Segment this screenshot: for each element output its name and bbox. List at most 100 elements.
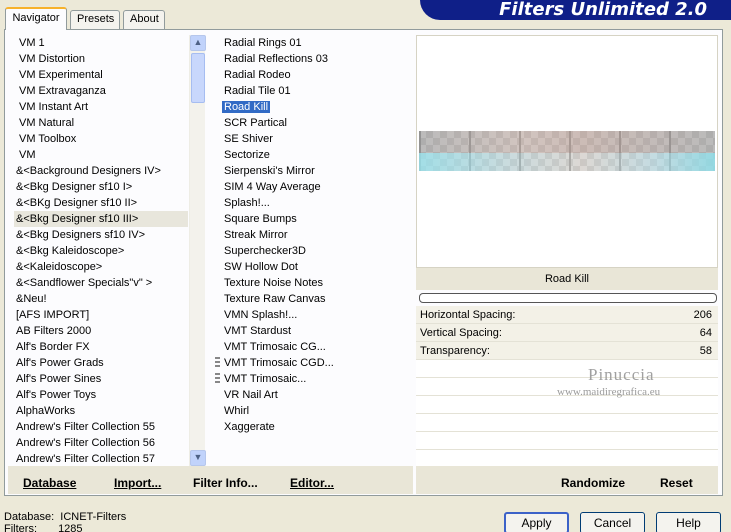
param-label: Vertical Spacing: <box>420 327 502 339</box>
filter-item[interactable]: VMN Splash!... <box>222 307 412 323</box>
filter-info-button[interactable]: Filter Info... <box>193 476 258 490</box>
param-empty-row <box>416 396 718 414</box>
category-item[interactable]: AlphaWorks <box>14 403 188 419</box>
category-item[interactable]: &<Kaleidoscope> <box>14 259 188 275</box>
category-item[interactable]: VM Instant Art <box>14 99 188 115</box>
category-item[interactable]: &<Bkg Kaleidoscope> <box>14 243 188 259</box>
param-empty-row <box>416 360 718 378</box>
watermark-name: Pinuccia <box>588 365 655 384</box>
category-item[interactable]: Alf's Power Grads <box>14 355 188 371</box>
param-transparency[interactable]: Transparency: 58 <box>416 342 718 360</box>
filter-item[interactable]: Superchecker3D <box>222 243 412 259</box>
filter-item[interactable]: SIM 4 Way Average <box>222 179 412 195</box>
filter-item[interactable]: Splash!... <box>222 195 412 211</box>
category-item[interactable]: VM Distortion <box>14 51 188 67</box>
category-item[interactable]: &<Bkg Designers sf10 IV> <box>14 227 188 243</box>
filter-item[interactable]: Whirl <box>222 403 412 419</box>
tab-about[interactable]: About <box>123 10 165 29</box>
category-item[interactable]: Andrew's Filter Collection 55 <box>14 419 188 435</box>
param-empty-row <box>416 414 718 432</box>
help-button[interactable]: Help <box>656 512 721 532</box>
filter-item[interactable]: SW Hollow Dot <box>222 259 412 275</box>
progress-bar <box>419 293 717 303</box>
filter-item[interactable]: Xaggerate <box>222 419 412 435</box>
category-item[interactable]: Andrew's Filter Collection 57 <box>14 451 188 466</box>
filter-name: Road Kill <box>416 268 718 290</box>
param-value: 64 <box>699 327 712 339</box>
param-horizontal-spacing[interactable]: Horizontal Spacing: 206 <box>416 306 718 324</box>
category-item[interactable]: Alf's Power Sines <box>14 371 188 387</box>
filter-item[interactable]: SCR Partical <box>222 115 412 131</box>
filter-item[interactable]: Radial Rings 01 <box>222 35 412 51</box>
filter-item[interactable]: Sierpenski's Mirror <box>222 163 412 179</box>
editor-button[interactable]: Editor... <box>290 476 334 490</box>
filter-item[interactable]: Texture Noise Notes <box>222 275 412 291</box>
filter-item[interactable]: Radial Rodeo <box>222 67 412 83</box>
category-item[interactable]: VM Experimental <box>14 67 188 83</box>
category-item[interactable]: &<Bkg Designer sf10 I> <box>14 179 188 195</box>
category-list[interactable]: VM 1 VM Distortion VM Experimental VM Extra… <box>14 35 188 466</box>
scroll-down-icon[interactable]: ▼ <box>190 450 206 466</box>
filter-info-label: Filter Info... <box>193 476 258 490</box>
watermark-site: www.maidiregrafica.eu <box>557 386 661 398</box>
filter-item[interactable]: SE Shiver <box>222 131 412 147</box>
category-item[interactable]: &<Background Designers IV> <box>14 163 188 179</box>
param-vertical-spacing[interactable]: Vertical Spacing: 64 <box>416 324 718 342</box>
filter-item[interactable]: VMT Trimosaic CG... <box>222 339 412 355</box>
param-label: Transparency: <box>420 345 490 357</box>
app-title: Filters Unlimited 2.0 <box>499 0 707 20</box>
category-scrollbar[interactable]: ▲ ▼ <box>189 35 206 466</box>
filter-item[interactable]: VMT Stardust <box>222 323 412 339</box>
filter-item[interactable]: Road Kill <box>222 99 412 115</box>
param-value: 206 <box>693 309 712 321</box>
filter-item[interactable]: Square Bumps <box>222 211 412 227</box>
database-button[interactable]: Database <box>23 476 76 490</box>
preview-image-tint <box>419 131 715 153</box>
category-item[interactable]: VM <box>14 147 188 163</box>
filter-item[interactable]: Sectorize <box>222 147 412 163</box>
randomize-button[interactable]: Randomize <box>561 476 625 490</box>
category-item[interactable]: [AFS IMPORT] <box>14 307 188 323</box>
filter-list[interactable]: Radial Rings 01 Radial Reflections 03 Radi… <box>222 35 412 466</box>
status-filters: Filters: 1285 <box>4 523 83 532</box>
status-database: Database: ICNET-Filters <box>4 511 126 523</box>
filter-item[interactable]: Texture Raw Canvas <box>222 291 412 307</box>
filter-item[interactable]: VR Nail Art <box>222 387 412 403</box>
category-item[interactable]: Alf's Power Toys <box>14 387 188 403</box>
filter-item[interactable]: Streak Mirror <box>222 227 412 243</box>
category-item[interactable]: VM 1 <box>14 35 188 51</box>
drag-grip-icon <box>215 357 220 369</box>
status-filters-label: Filters: <box>4 523 37 532</box>
category-item[interactable]: Andrew's Filter Collection 56 <box>14 435 188 451</box>
category-item[interactable]: VM Toolbox <box>14 131 188 147</box>
status-filters-value: 1285 <box>58 523 83 532</box>
category-item[interactable]: &Neu! <box>14 291 188 307</box>
tab-presets[interactable]: Presets <box>70 10 120 29</box>
scroll-thumb[interactable] <box>191 53 205 103</box>
filter-item[interactable]: VMT Trimosaic... <box>222 371 412 387</box>
category-item[interactable]: VM Natural <box>14 115 188 131</box>
category-item[interactable]: VM Extravaganza <box>14 83 188 99</box>
status-database-label: Database: <box>4 511 55 523</box>
scroll-up-icon[interactable]: ▲ <box>190 35 206 51</box>
tab-navigator[interactable]: Navigator <box>5 7 67 30</box>
filter-item[interactable]: Radial Tile 01 <box>222 83 412 99</box>
drag-grip-icon <box>215 373 220 385</box>
category-item[interactable]: Alf's Border FX <box>14 339 188 355</box>
filter-item[interactable]: VMT Trimosaic CGD... <box>222 355 412 371</box>
category-item[interactable]: &<Sandflower Specials"v" > <box>14 275 188 291</box>
import-button[interactable]: Import... <box>114 476 161 490</box>
apply-button[interactable]: Apply <box>504 512 569 532</box>
filter-item-selected-label: Road Kill <box>222 101 271 113</box>
filter-item[interactable]: Radial Reflections 03 <box>222 51 412 67</box>
category-item[interactable]: &<BKg Designer sf10 II> <box>14 195 188 211</box>
category-item[interactable]: AB Filters 2000 <box>14 323 188 339</box>
param-value: 58 <box>699 345 712 357</box>
category-item[interactable]: &<Bkg Designer sf10 III> <box>14 211 188 227</box>
cancel-button[interactable]: Cancel <box>580 512 645 532</box>
param-empty-row <box>416 432 718 450</box>
reset-button[interactable]: Reset <box>660 476 693 490</box>
param-label: Horizontal Spacing: <box>420 309 516 321</box>
preview-image-tint <box>419 153 715 171</box>
status-database-value: ICNET-Filters <box>60 511 127 523</box>
